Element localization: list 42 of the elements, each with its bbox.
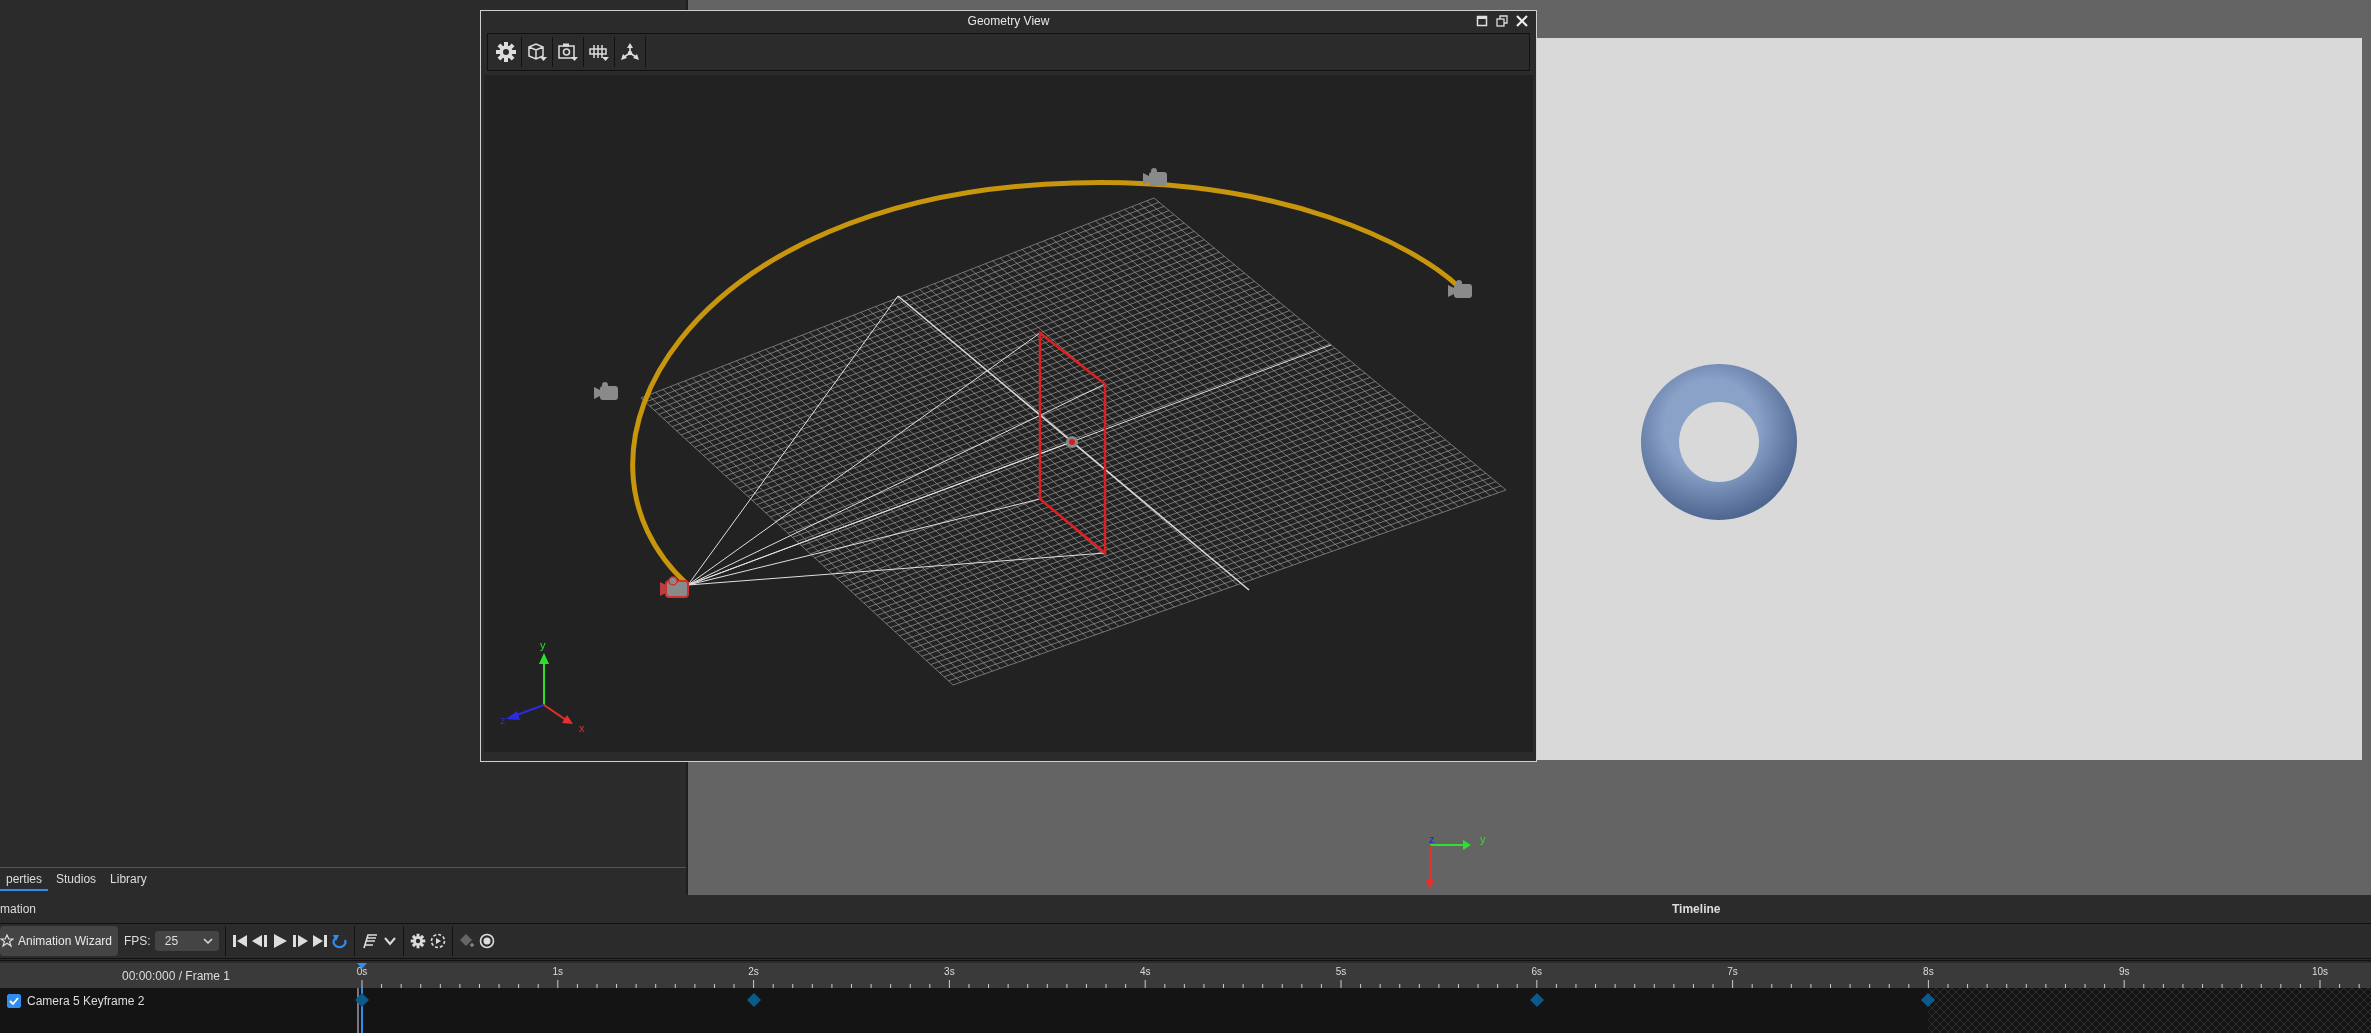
chevron-down-icon	[202, 937, 213, 945]
fps-label: FPS:	[124, 934, 151, 949]
keyframe-marker[interactable]	[745, 992, 762, 1008]
curve-icon[interactable]	[360, 932, 379, 951]
step-forward-icon[interactable]	[291, 933, 308, 950]
keyframe-marker[interactable]	[1920, 992, 1937, 1008]
panel-title: Timeline	[1672, 902, 1721, 917]
panel-title: mation	[0, 902, 37, 917]
panel-tab[interactable]: Library	[104, 870, 153, 891]
keyframe-marker[interactable]	[354, 992, 370, 1008]
axis-gizmo: z y	[1425, 833, 1495, 893]
track-name: Camera 5 Keyframe 2	[27, 994, 145, 1008]
window-title: Geometry View	[967, 14, 1050, 28]
camera-icon	[1448, 280, 1472, 298]
axes-icon	[619, 41, 641, 63]
camera-icon	[557, 41, 579, 63]
skip-end-icon[interactable]	[311, 933, 328, 950]
panel-tab[interactable]: Studios	[50, 870, 103, 891]
play-icon[interactable]	[271, 933, 288, 950]
cube-icon	[526, 41, 548, 63]
settings-icon[interactable]	[409, 933, 426, 950]
camera-icon	[660, 576, 689, 598]
maximize-icon[interactable]	[1476, 15, 1488, 27]
star-icon	[0, 934, 14, 949]
time-display: 00:00:000 / Frame 1	[121, 968, 231, 983]
keyframe-marker[interactable]	[1528, 992, 1545, 1008]
camera-icon	[594, 382, 618, 400]
target-icon	[1066, 436, 1078, 448]
step-back-icon[interactable]	[251, 933, 268, 950]
checkbox[interactable]	[7, 994, 21, 1008]
axis-gizmo: x y z	[500, 639, 585, 734]
restore-icon[interactable]	[1496, 15, 1508, 27]
close-icon[interactable]	[1516, 15, 1528, 27]
time-ruler[interactable]: 0s 1s 2s 3s 4s 5s 6s 7s 8s 9s 10s	[352, 963, 2371, 988]
animation-wizard-button[interactable]: Animation Wizard	[0, 926, 119, 957]
camera-icon	[1143, 168, 1167, 186]
skip-start-icon[interactable]	[231, 933, 248, 950]
fps-dropdown[interactable]: 25	[154, 931, 219, 952]
dashed-play-icon[interactable]	[429, 933, 446, 950]
panel-tab[interactable]: perties	[0, 870, 49, 891]
loop-icon[interactable]	[331, 933, 348, 950]
record-icon[interactable]	[478, 933, 495, 950]
